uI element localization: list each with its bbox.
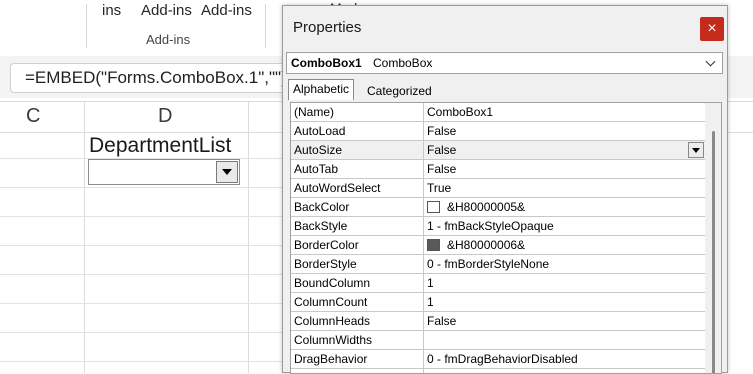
property-name: AutoLoad: [294, 124, 346, 138]
property-value[interactable]: False: [427, 314, 456, 328]
property-value[interactable]: True: [427, 181, 451, 195]
property-row[interactable]: ColumnWidths: [291, 331, 706, 350]
ribbon-item-add-ins-2[interactable]: Add-ins: [201, 2, 252, 19]
property-name: ColumnHeads: [294, 314, 371, 328]
property-row[interactable]: AutoWordSelect True: [291, 179, 706, 198]
object-type: ComboBox: [373, 56, 433, 70]
property-name: BorderStyle: [294, 257, 357, 271]
property-row[interactable]: ColumnCount 1: [291, 293, 706, 312]
property-row[interactable]: BorderColor &H80000006&: [291, 236, 706, 255]
ribbon-item-add-ins[interactable]: Add-ins: [141, 2, 192, 19]
dropdown-arrow-icon: [692, 148, 700, 153]
scrollbar-thumb[interactable]: [712, 131, 715, 373]
properties-window: Properties × ComboBox1 ComboBox Alphabet…: [282, 5, 728, 374]
close-button[interactable]: ×: [700, 17, 724, 41]
property-name: BackStyle: [294, 219, 348, 233]
formula-input[interactable]: =EMBED("Forms.ComboBox.1",""): [10, 63, 312, 93]
column-divider[interactable]: [423, 103, 424, 373]
grid-line: [0, 216, 283, 217]
property-name: BackColor: [294, 200, 350, 214]
property-name: AutoSize: [294, 143, 343, 157]
tab-alphabetic[interactable]: Alphabetic: [288, 79, 355, 100]
property-row-selected[interactable]: AutoSize False: [291, 141, 706, 160]
property-value[interactable]: ComboBox1: [427, 105, 493, 119]
property-row[interactable]: BackColor &H80000005&: [291, 198, 706, 217]
cell-d-text[interactable]: DepartmentList: [89, 134, 231, 158]
grid-line: [0, 361, 283, 362]
ribbon-item-ins[interactable]: ins: [102, 2, 121, 19]
property-row[interactable]: DragBehavior 0 - fmDragBehaviorDisabled: [291, 350, 706, 369]
grid-line: [0, 332, 283, 333]
color-swatch: [427, 239, 440, 251]
chevron-down-icon: [705, 56, 716, 67]
property-value[interactable]: False: [427, 143, 456, 157]
property-value[interactable]: 0 - fmDragBehaviorDisabled: [427, 352, 578, 366]
property-name: (Name): [294, 105, 335, 119]
property-name: ColumnWidths: [294, 333, 373, 347]
property-row[interactable]: BackStyle 1 - fmBackStyleOpaque: [291, 217, 706, 236]
properties-title: Properties: [293, 19, 362, 36]
property-grid: (Name) ComboBox1 AutoLoad False AutoSize…: [290, 102, 722, 374]
grid-line: [0, 187, 283, 188]
property-name: DragBehavior: [294, 352, 368, 366]
property-name: AutoWordSelect: [294, 181, 381, 195]
property-name: BorderColor: [294, 238, 359, 252]
property-row[interactable]: AutoTab False: [291, 160, 706, 179]
property-name: BoundColumn: [294, 276, 371, 290]
color-swatch: [427, 201, 440, 213]
property-row[interactable]: AutoLoad False: [291, 122, 706, 141]
property-value[interactable]: 1: [427, 295, 434, 309]
property-row[interactable]: BoundColumn 1: [291, 274, 706, 293]
property-value[interactable]: 1 - fmBackStyleOpaque: [427, 219, 554, 233]
grid-line: [0, 274, 283, 275]
grid-line: [0, 245, 283, 246]
vertical-scrollbar[interactable]: [705, 103, 721, 373]
property-value[interactable]: 0 - fmBorderStyleNone: [427, 257, 549, 271]
column-header-c[interactable]: C: [26, 105, 40, 128]
combobox-dropdown-button[interactable]: [216, 161, 238, 183]
property-value[interactable]: &H80000005&: [447, 200, 525, 214]
grid-line: [0, 303, 283, 304]
property-name: ColumnCount: [294, 295, 368, 309]
property-row[interactable]: (Name) ComboBox1: [291, 103, 706, 122]
property-value[interactable]: &H80000006&: [447, 238, 525, 252]
property-value[interactable]: False: [427, 124, 456, 138]
combobox-control[interactable]: [88, 159, 240, 185]
property-name: AutoTab: [294, 162, 339, 176]
value-dropdown-button[interactable]: [688, 142, 704, 158]
object-name: ComboBox1: [291, 56, 362, 70]
tab-categorized[interactable]: Categorized: [362, 81, 437, 102]
close-icon: ×: [707, 20, 717, 37]
property-value[interactable]: False: [427, 162, 456, 176]
object-selector[interactable]: ComboBox1 ComboBox: [286, 52, 723, 74]
formula-text: =EMBED("Forms.ComboBox.1",""): [25, 68, 287, 87]
property-row[interactable]: ColumnHeads False: [291, 312, 706, 331]
ribbon-group-label: Add-ins: [146, 32, 191, 47]
ribbon-divider: [86, 4, 87, 48]
property-row[interactable]: BorderStyle 0 - fmBorderStyleNone: [291, 255, 706, 274]
property-value[interactable]: 1: [427, 276, 434, 290]
column-header-d[interactable]: D: [158, 105, 172, 128]
ribbon-divider: [265, 4, 266, 48]
dropdown-arrow-icon: [222, 169, 232, 175]
